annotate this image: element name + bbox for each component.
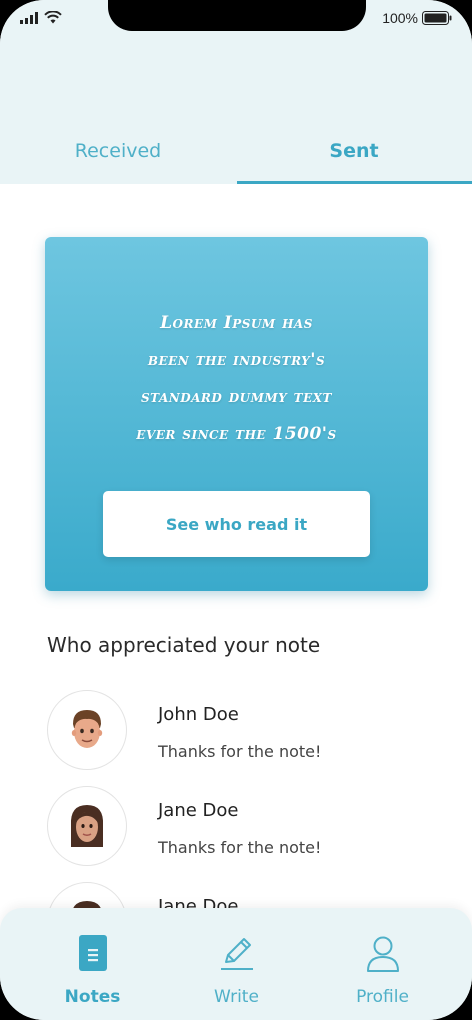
person-message: Thanks for the note! bbox=[158, 838, 322, 857]
tab-bar: Received Sent bbox=[0, 130, 472, 184]
document-icon bbox=[78, 935, 107, 971]
note-card: Lorem Ipsum has been the industry's stan… bbox=[45, 237, 428, 591]
phone-screen: 100% Received Sent Lorem Ipsum has been … bbox=[0, 0, 472, 1020]
note-line: ever since the 1500's bbox=[136, 424, 337, 444]
nav-write-label: Write bbox=[214, 987, 259, 1007]
header-area: 100% Received Sent bbox=[0, 0, 472, 184]
note-line: been the industry's bbox=[147, 350, 326, 370]
note-line: standard dummy text bbox=[141, 387, 332, 407]
tab-received[interactable]: Received bbox=[0, 130, 236, 184]
user-icon bbox=[366, 936, 399, 972]
status-bar-left bbox=[20, 11, 62, 24]
woman-avatar-icon bbox=[70, 805, 104, 847]
person-name: John Doe bbox=[158, 704, 239, 725]
active-tab-indicator bbox=[237, 181, 472, 184]
nav-profile-label: Profile bbox=[356, 987, 409, 1007]
battery-icon bbox=[422, 11, 452, 25]
nav-notes-label: Notes bbox=[64, 987, 121, 1007]
see-who-read-button[interactable]: See who read it bbox=[103, 491, 370, 557]
appreciations-title: Who appreciated your note bbox=[47, 633, 321, 657]
list-item[interactable]: John Doe Thanks for the note! bbox=[0, 690, 472, 774]
note-line: Lorem Ipsum has bbox=[160, 313, 313, 333]
pencil-icon bbox=[220, 938, 253, 970]
signal-icon bbox=[20, 12, 38, 24]
nav-write[interactable]: Write bbox=[158, 908, 315, 1020]
avatar bbox=[47, 690, 127, 770]
nav-notes[interactable]: Notes bbox=[14, 908, 171, 1020]
status-bar-right: 100% bbox=[382, 10, 452, 26]
man-avatar-icon bbox=[71, 710, 103, 748]
person-name: Jane Doe bbox=[158, 800, 239, 821]
nav-profile[interactable]: Profile bbox=[304, 908, 461, 1020]
note-text: Lorem Ipsum has been the industry's stan… bbox=[75, 305, 398, 453]
bottom-navigation: Notes Write Profile bbox=[0, 908, 472, 1020]
wifi-icon bbox=[44, 11, 62, 24]
list-item[interactable]: Jane Doe Thanks for the note! bbox=[0, 786, 472, 870]
avatar bbox=[47, 786, 127, 866]
tab-sent[interactable]: Sent bbox=[236, 130, 472, 184]
person-message: Thanks for the note! bbox=[158, 742, 322, 761]
device-notch bbox=[108, 0, 366, 31]
battery-percent: 100% bbox=[382, 10, 418, 26]
